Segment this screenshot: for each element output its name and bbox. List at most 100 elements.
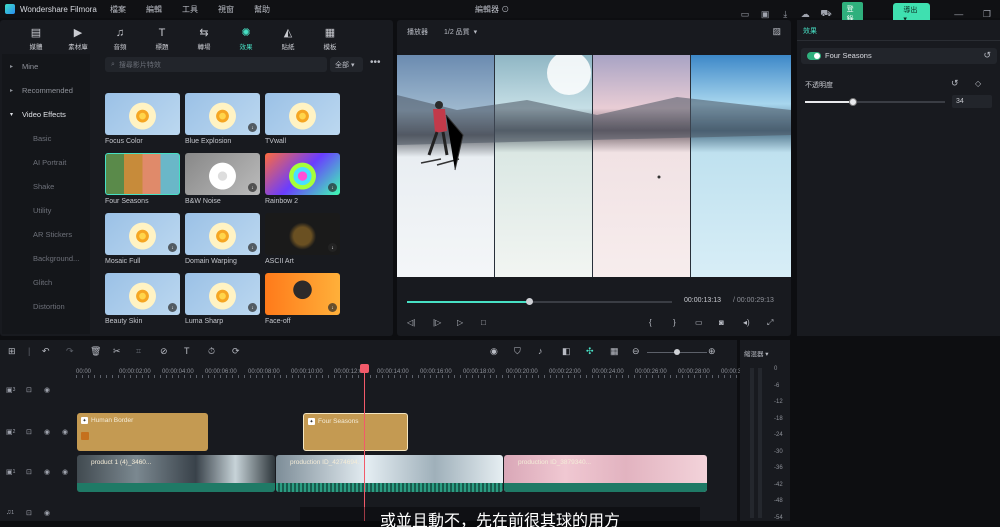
tab-template[interactable]: ▦ 模板 bbox=[309, 20, 351, 51]
effect-thumb-luma-sharp[interactable]: ↓ bbox=[185, 273, 260, 315]
fx-clip-human-border[interactable]: ✦ Human Border bbox=[77, 413, 208, 451]
effect-thumb-b-w-noise[interactable]: ↓ bbox=[185, 153, 260, 195]
effect-thumb-domain-warping[interactable]: ↓ bbox=[185, 213, 260, 255]
menu-tools[interactable]: 工具 bbox=[182, 4, 198, 15]
lock-icon[interactable]: ⊡ bbox=[26, 428, 32, 436]
subcategory-basic[interactable]: Basic bbox=[2, 126, 90, 150]
layout-grid-icon[interactable]: ⊞ bbox=[8, 346, 16, 357]
tab-transition[interactable]: ⇆ 轉場 bbox=[183, 20, 225, 51]
playhead-line[interactable] bbox=[364, 364, 365, 521]
text-icon[interactable]: T bbox=[184, 346, 190, 356]
zoom-in-icon[interactable]: ⊕ bbox=[708, 346, 716, 357]
subcategory-distortion[interactable]: Distortion bbox=[2, 294, 90, 318]
opacity-slider-handle[interactable] bbox=[848, 98, 857, 106]
subcategory-shake[interactable]: Shake bbox=[2, 174, 90, 198]
tab-music[interactable]: ♫ 音頻 bbox=[99, 20, 141, 52]
microphone-icon[interactable]: ♪ bbox=[538, 346, 543, 356]
effect-toggle[interactable] bbox=[807, 52, 821, 60]
mix-icon[interactable]: ◧ bbox=[562, 346, 571, 357]
audio-mixer-dropdown[interactable]: 縮混器 ▾ bbox=[744, 348, 769, 358]
playback-seek-bar[interactable] bbox=[407, 298, 672, 305]
download-icon[interactable]: ⤓ bbox=[780, 8, 790, 20]
menu-file[interactable]: 檔案 bbox=[110, 4, 126, 15]
tab-stock[interactable]: ▶ 素材庫 bbox=[57, 20, 99, 51]
tab-sticker[interactable]: ◭ 貼紙 bbox=[267, 20, 309, 51]
delete-icon[interactable]: 🗑 bbox=[90, 346, 101, 357]
prev-frame-icon[interactable]: ◁| bbox=[407, 318, 415, 327]
fullscreen-icon[interactable]: ⤢ bbox=[767, 318, 773, 328]
minimize-icon[interactable]: — bbox=[954, 8, 964, 20]
lock-icon[interactable]: ⊡ bbox=[26, 386, 32, 394]
download-icon[interactable]: ↓ bbox=[328, 183, 337, 192]
play-icon[interactable]: ▷ bbox=[457, 318, 463, 327]
snap-icon[interactable]: ✣ bbox=[586, 346, 594, 357]
menu-view[interactable]: 視窗 bbox=[218, 4, 234, 15]
render-icon[interactable]: ◉ bbox=[490, 346, 498, 357]
effect-thumb-face-off[interactable]: ↓ bbox=[265, 273, 340, 315]
effect-thumb-beauty-skin[interactable]: ↓ bbox=[105, 273, 180, 315]
cart-icon[interactable]: ⛟ bbox=[820, 8, 831, 20]
download-icon[interactable]: ↓ bbox=[328, 303, 337, 312]
lock-icon[interactable]: ⊡ bbox=[26, 509, 32, 517]
subcategory-glitch[interactable]: Glitch bbox=[2, 270, 90, 294]
download-icon[interactable]: ↓ bbox=[248, 303, 257, 312]
monitor-icon[interactable]: ▭ bbox=[740, 8, 750, 20]
lock-icon[interactable]: ⊡ bbox=[26, 468, 32, 476]
subcategory-ai-portrait[interactable]: AI Portrait bbox=[2, 150, 90, 174]
speed-icon[interactable]: ⟳ bbox=[232, 346, 240, 357]
tab-title[interactable]: T 標題 bbox=[141, 20, 183, 52]
eye-icon[interactable]: ◉ bbox=[44, 468, 50, 476]
undo-icon[interactable]: ↶ bbox=[42, 346, 50, 357]
scissors-icon[interactable]: ✂ bbox=[113, 346, 121, 357]
video-clip-1[interactable]: product 1 (4)_3460... bbox=[77, 455, 275, 492]
eye-icon[interactable]: ◉ bbox=[44, 386, 50, 394]
effect-thumb-focus-color[interactable] bbox=[105, 93, 180, 135]
effect-thumb-tvwall[interactable] bbox=[265, 93, 340, 135]
effect-thumb-four-seasons[interactable] bbox=[105, 153, 180, 195]
opacity-value-input[interactable]: 34 bbox=[952, 95, 992, 108]
menu-help[interactable]: 幫助 bbox=[254, 4, 270, 15]
effect-thumb-blue-explosion[interactable]: ↓ bbox=[185, 93, 260, 135]
volume-icon[interactable]: ◉ bbox=[44, 509, 50, 517]
volume-icon[interactable]: ◉ bbox=[62, 468, 68, 476]
marker-icon[interactable]: ▦ bbox=[610, 346, 619, 357]
crop-icon[interactable]: ⌗ bbox=[136, 346, 141, 357]
subcategory-ar-stickers[interactable]: AR Stickers bbox=[2, 222, 90, 246]
display-icon[interactable]: ▭ bbox=[695, 318, 703, 327]
mark-in-icon[interactable]: { bbox=[649, 318, 652, 327]
tab-media[interactable]: ▤ 媒體 bbox=[15, 20, 57, 51]
mark-out-icon[interactable]: } bbox=[673, 318, 676, 327]
quality-dropdown[interactable]: 1/2 品質 ▾ bbox=[444, 27, 477, 37]
keyframe-icon[interactable]: ◇ bbox=[975, 79, 981, 88]
save-icon[interactable]: ▣ bbox=[760, 8, 770, 20]
download-icon[interactable]: ↓ bbox=[168, 303, 177, 312]
opacity-reset-icon[interactable]: ↺ bbox=[951, 78, 959, 89]
tag-icon[interactable]: ⊘ bbox=[160, 346, 168, 357]
video-clip-2[interactable]: production ID_4274694... bbox=[276, 455, 503, 492]
effects-search-input[interactable]: ⌕ 搜尋影片特效 bbox=[105, 57, 327, 72]
download-icon[interactable]: ↓ bbox=[248, 123, 257, 132]
effect-thumb-rainbow-2[interactable]: ↓ bbox=[265, 153, 340, 195]
filter-dropdown[interactable]: 全部 ▾ bbox=[330, 57, 363, 72]
category-mine[interactable]: ▸ Mine bbox=[2, 54, 90, 78]
volume-icon[interactable]: ◂) bbox=[743, 318, 750, 327]
eye-icon[interactable]: ◉ bbox=[44, 428, 50, 436]
shield-icon[interactable]: ⛉ bbox=[514, 346, 521, 357]
subcategory-background[interactable]: Background... bbox=[2, 246, 90, 270]
stop-icon[interactable]: □ bbox=[481, 318, 486, 327]
camera-icon[interactable]: ◙ bbox=[719, 318, 724, 327]
tab-effects[interactable]: 效果 bbox=[803, 26, 817, 36]
effect-thumb-ascii-art[interactable]: ↓ bbox=[265, 213, 340, 255]
effect-thumb-mosaic-full[interactable]: ↓ bbox=[105, 213, 180, 255]
time-ruler[interactable]: 00:00 00:00:02:00 00:00:04:00 00:00:06:00 00… bbox=[76, 364, 744, 378]
more-options-icon[interactable]: ••• bbox=[370, 57, 381, 68]
restore-icon[interactable]: ❐ bbox=[982, 8, 992, 20]
step-back-icon[interactable]: |▷ bbox=[433, 318, 441, 327]
seek-handle[interactable] bbox=[525, 298, 533, 305]
opacity-slider[interactable] bbox=[805, 98, 945, 106]
redo-icon[interactable]: ↷ bbox=[66, 346, 74, 357]
cloud-icon[interactable]: ☁ bbox=[800, 8, 810, 20]
category-video-effects[interactable]: ▾ Video Effects bbox=[2, 102, 90, 126]
timer-icon[interactable]: ⏱ bbox=[208, 346, 215, 357]
eye-icon[interactable]: ◉ bbox=[62, 428, 68, 436]
